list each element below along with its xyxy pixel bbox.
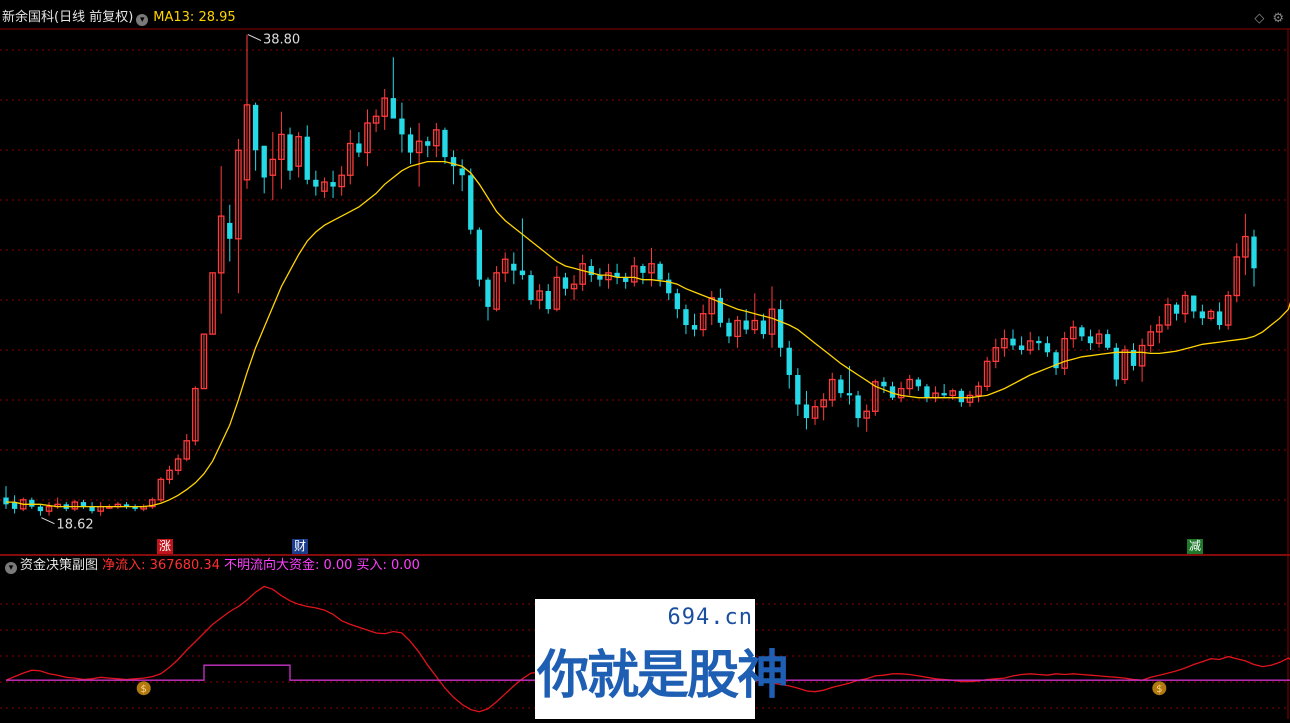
unknown-flow-label: 不明流向大资金: 0.00 bbox=[223, 558, 353, 573]
high-arrow bbox=[247, 34, 262, 41]
indicator-toggle-icon[interactable]: ▾ bbox=[136, 14, 149, 26]
candle-body bbox=[1216, 311, 1223, 326]
candle-body bbox=[683, 309, 689, 326]
candle-body bbox=[89, 506, 95, 512]
candle-body bbox=[1199, 311, 1206, 319]
candle-body bbox=[485, 279, 491, 307]
sub-indicator-toggle-icon[interactable]: ▾ bbox=[5, 562, 17, 574]
candle-body bbox=[881, 381, 887, 387]
candle-body bbox=[838, 379, 844, 394]
candle-body bbox=[795, 374, 801, 405]
candle-body bbox=[399, 118, 405, 135]
candle-body bbox=[37, 506, 44, 512]
candle-body bbox=[597, 275, 603, 280]
candle-body bbox=[777, 309, 784, 348]
candle-body bbox=[3, 497, 9, 505]
sub-chart-header: ▾ 资金决策副图 净流入: 367680.34 不明流向大资金: 0.00 买入: 0… bbox=[2, 558, 420, 574]
candle-body bbox=[227, 222, 233, 239]
candle-body bbox=[924, 386, 930, 398]
candle-body bbox=[287, 134, 293, 171]
candle-body bbox=[425, 141, 431, 146]
candle-body bbox=[313, 179, 319, 187]
candle-body bbox=[80, 502, 87, 507]
candle-body bbox=[476, 229, 483, 280]
candle-body bbox=[407, 134, 414, 153]
candle-body bbox=[958, 390, 965, 403]
watermark-domain: 694.cn bbox=[667, 605, 753, 630]
candle-body bbox=[1105, 334, 1111, 348]
buy-label: 买入: 0.00 bbox=[356, 558, 420, 573]
candle-body bbox=[442, 129, 448, 158]
main-chart-header: 新余国科(日线 前复权) ▾ MA13: 28.95 bbox=[2, 10, 236, 26]
candle-body bbox=[786, 347, 792, 375]
candle-body bbox=[623, 277, 629, 282]
candle-body bbox=[846, 393, 853, 396]
net-inflow-label: 净流入: 367680.34 bbox=[102, 558, 220, 573]
badge-finance[interactable]: 财 bbox=[292, 539, 309, 554]
candle-body bbox=[640, 266, 646, 273]
chart-stage[interactable]: 38.80 18.62 $ $ 新余国科(日线 前复权) ▾ MA13: 28.95 ◇ ⚙… bbox=[0, 0, 1290, 719]
candle-body bbox=[915, 379, 921, 387]
candle-body bbox=[330, 182, 336, 187]
candle-body bbox=[562, 277, 569, 289]
diamond-icon[interactable]: ◇ bbox=[1254, 11, 1264, 26]
badge-rise[interactable]: 涨 bbox=[157, 539, 174, 554]
candle-body bbox=[691, 325, 698, 330]
candle-body bbox=[1087, 336, 1094, 344]
candle-body bbox=[1036, 340, 1042, 344]
low-price-label: 18.62 bbox=[56, 518, 93, 533]
candle-body bbox=[941, 393, 947, 396]
candle-body bbox=[459, 168, 465, 176]
badge-reduce[interactable]: 减 bbox=[1187, 539, 1204, 554]
candle-body bbox=[252, 104, 259, 151]
sub-chart-title: 资金决策副图 bbox=[20, 558, 99, 573]
candle-body bbox=[511, 263, 517, 271]
candle-body bbox=[261, 145, 267, 178]
gear-icon[interactable]: ⚙ bbox=[1272, 11, 1284, 26]
candle-body bbox=[356, 143, 362, 153]
main-chart-controls: ◇ ⚙ bbox=[1246, 11, 1284, 26]
candle-body bbox=[674, 293, 681, 310]
candle-body bbox=[657, 263, 663, 280]
candle-body bbox=[519, 270, 526, 276]
watermark: 694.cn 你就是股神 bbox=[535, 599, 789, 719]
candle-body bbox=[528, 275, 534, 301]
candle-body bbox=[1079, 327, 1085, 337]
candle-body bbox=[304, 136, 310, 180]
stock-title: 新余国科(日线 前复权) bbox=[2, 10, 134, 25]
high-price-label: 38.80 bbox=[263, 33, 300, 48]
candle-body bbox=[726, 322, 732, 337]
buy-signal-marker-glyph: $ bbox=[1156, 684, 1162, 695]
candle-body bbox=[468, 175, 474, 230]
low-arrow bbox=[41, 517, 55, 525]
candle-body bbox=[1010, 338, 1016, 346]
candle-body bbox=[855, 395, 861, 419]
candle-body bbox=[1044, 343, 1051, 353]
candle-body bbox=[760, 320, 767, 335]
watermark-slogan: 你就是股神 bbox=[537, 645, 789, 706]
buy-signal-marker-glyph: $ bbox=[141, 684, 147, 695]
candle-body bbox=[1251, 236, 1257, 269]
candle-body bbox=[545, 291, 551, 310]
candle-body bbox=[803, 404, 810, 419]
candle-body bbox=[1018, 345, 1025, 351]
candle-body bbox=[1191, 295, 1197, 312]
candle-body bbox=[29, 499, 35, 507]
candle-body bbox=[1173, 304, 1180, 314]
ma13-label: MA13: 28.95 bbox=[153, 10, 236, 25]
candle-body bbox=[390, 98, 396, 119]
candle-body bbox=[743, 320, 749, 330]
